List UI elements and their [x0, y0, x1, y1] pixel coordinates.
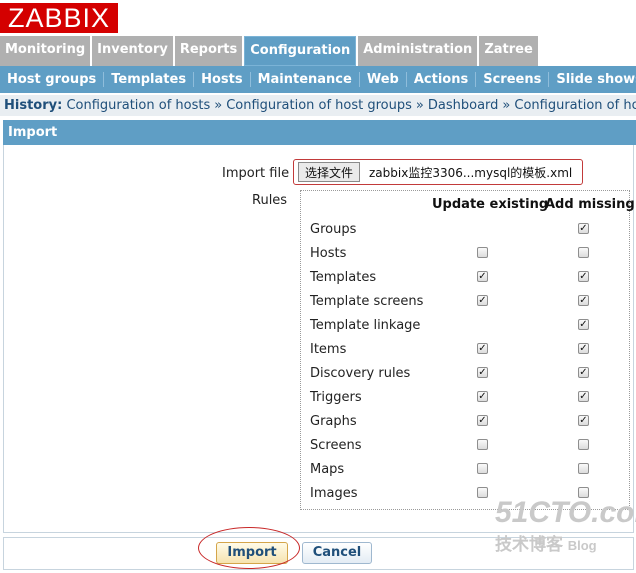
cancel-button[interactable]: Cancel [302, 542, 372, 564]
rule-name: Images [310, 486, 358, 501]
watermark-sub: 技术博客 Blog [495, 530, 636, 555]
update-existing-checkbox[interactable] [477, 439, 488, 450]
col-update-existing: Update existing [432, 197, 549, 212]
tab-monitoring[interactable]: Monitoring [0, 36, 91, 66]
rule-name: Template linkage [310, 318, 421, 333]
history-separator: » [214, 98, 223, 113]
file-name: zabbix监控3306...mysql的模板.xml [369, 166, 573, 180]
rule-name: Template screens [310, 294, 424, 309]
history-link[interactable]: Dashboard [428, 98, 499, 113]
col-add-missing: Add missing [545, 197, 635, 212]
rule-row: Graphs ✓ ✓ [301, 411, 629, 435]
rule-name: Graphs [310, 414, 357, 429]
add-missing-checkbox[interactable]: ✓ [578, 343, 589, 354]
subtab-hosts[interactable]: Hosts [194, 72, 251, 87]
sub-tabs: Host groups Templates Hosts Maintenance … [0, 66, 636, 93]
rules-label: Rules [252, 193, 288, 208]
import-file-label: Import file [222, 166, 290, 181]
choose-file-button[interactable]: 选择文件 [298, 162, 361, 182]
watermark-text: 技术博客 [495, 535, 563, 554]
tab-configuration[interactable]: Configuration [244, 36, 357, 66]
rule-row: Items ✓ ✓ [301, 339, 629, 363]
watermark: 51CTO.com 技术博客 Blog [495, 498, 636, 555]
subtab-slide-shows[interactable]: Slide shows [549, 72, 636, 87]
subtab-templates[interactable]: Templates [104, 72, 195, 87]
history-separator: » [502, 98, 511, 113]
main-tabs: Monitoring Inventory Reports Configurati… [0, 36, 540, 66]
rule-name: Screens [310, 438, 362, 453]
rules-table: Update existing Add missing Groups ✓ Hosts… [300, 190, 635, 510]
rule-name: Hosts [310, 246, 347, 261]
add-missing-checkbox[interactable] [578, 463, 589, 474]
add-missing-checkbox[interactable]: ✓ [578, 271, 589, 282]
add-missing-checkbox[interactable]: ✓ [578, 367, 589, 378]
history-link[interactable]: Configuration of host [514, 98, 636, 113]
add-missing-checkbox[interactable] [578, 439, 589, 450]
subtab-screens[interactable]: Screens [476, 72, 550, 87]
add-missing-checkbox[interactable]: ✓ [578, 319, 589, 330]
update-existing-checkbox[interactable] [477, 247, 488, 258]
update-existing-checkbox[interactable]: ✓ [477, 343, 488, 354]
subtab-web[interactable]: Web [360, 72, 407, 87]
add-missing-checkbox[interactable]: ✓ [578, 391, 589, 402]
zabbix-logo: ZABBIX [0, 3, 118, 33]
rule-row: Template linkage ✓ [301, 315, 629, 339]
watermark-blog: Blog [567, 538, 597, 553]
history-link[interactable]: Configuration of hosts [66, 98, 210, 113]
file-input[interactable]: 选择文件 zabbix监控3306...mysql的模板.xml [293, 159, 583, 185]
rule-name: Maps [310, 462, 345, 477]
rule-name: Triggers [310, 390, 362, 405]
rule-row: Discovery rules ✓ ✓ [301, 363, 629, 387]
rule-name: Templates [310, 270, 377, 285]
highlight-ellipse [198, 527, 300, 569]
tab-reports[interactable]: Reports [174, 36, 243, 66]
add-missing-checkbox[interactable]: ✓ [578, 415, 589, 426]
rule-row: Screens [301, 435, 629, 459]
history-link[interactable]: Configuration of host groups [226, 98, 412, 113]
rule-row: Maps [301, 459, 629, 483]
history-breadcrumb: History: Configuration of hosts» Configur… [0, 95, 636, 116]
update-existing-checkbox[interactable] [477, 463, 488, 474]
tab-inventory[interactable]: Inventory [92, 36, 173, 66]
add-missing-checkbox[interactable]: ✓ [578, 223, 589, 234]
rule-row: Hosts [301, 243, 629, 267]
tab-administration[interactable]: Administration [358, 36, 478, 66]
update-existing-checkbox[interactable]: ✓ [477, 367, 488, 378]
update-existing-checkbox[interactable]: ✓ [477, 415, 488, 426]
rule-name: Groups [310, 222, 357, 237]
rule-row: Triggers ✓ ✓ [301, 387, 629, 411]
subtab-host-groups[interactable]: Host groups [0, 72, 105, 87]
tab-zatree[interactable]: Zatree [479, 36, 538, 66]
update-existing-checkbox[interactable]: ✓ [477, 391, 488, 402]
watermark-site: 51CTO.com [495, 496, 636, 529]
rule-name: Items [310, 342, 347, 357]
subtab-maintenance[interactable]: Maintenance [251, 72, 360, 87]
update-existing-checkbox[interactable]: ✓ [477, 271, 488, 282]
history-separator: » [415, 98, 424, 113]
rule-name: Discovery rules [310, 366, 411, 381]
update-existing-checkbox[interactable]: ✓ [477, 295, 488, 306]
rule-row: Templates ✓ ✓ [301, 267, 629, 291]
subtab-actions[interactable]: Actions [407, 72, 477, 87]
update-existing-checkbox[interactable] [477, 487, 488, 498]
rule-row: Template screens ✓ ✓ [301, 291, 629, 315]
rule-row: Groups ✓ [301, 219, 629, 243]
add-missing-checkbox[interactable] [578, 247, 589, 258]
history-label: History: [4, 98, 63, 113]
import-panel-title: Import [3, 120, 636, 145]
add-missing-checkbox[interactable]: ✓ [578, 295, 589, 306]
